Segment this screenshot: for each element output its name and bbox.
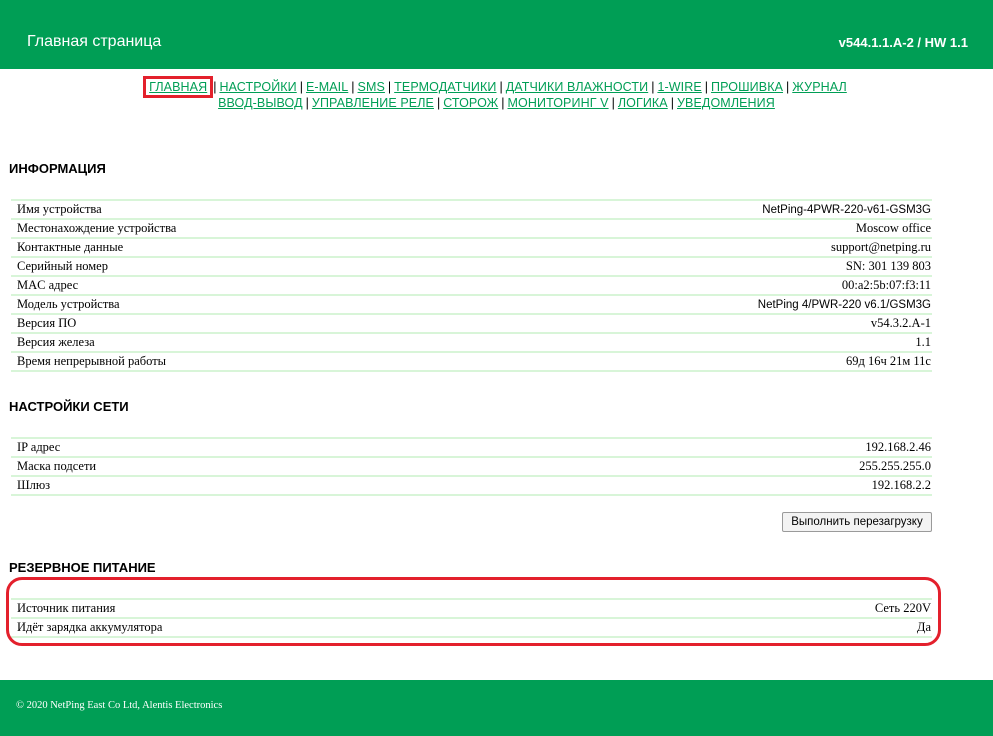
network-value: 192.168.2.2 xyxy=(507,476,932,496)
network-value: 255.255.255.0 xyxy=(507,457,932,477)
info-label: Время непрерывной работы xyxy=(11,352,460,372)
info-label: Модель устройства xyxy=(11,295,460,315)
table-row: Время непрерывной работы 69д 16ч 21м 11с xyxy=(11,352,932,372)
main-navigation: ГЛАВНАЯ | НАСТРОЙКИ | E-MAIL | SMS | ТЕРМОДАТЧИК… xyxy=(0,76,993,111)
backup-power-value: Сеть 220V xyxy=(679,598,932,619)
table-row: Маска подсети 255.255.255.0 xyxy=(11,457,932,477)
nav-separator: | xyxy=(651,80,655,94)
info-label: Серийный номер xyxy=(11,257,460,277)
table-row: Серийный номер SN: 301 139 803 xyxy=(11,257,932,277)
header-bar: Главная страница v544.1.1.A-2 / HW 1.1 xyxy=(0,0,993,69)
info-value: 69д 16ч 21м 11с xyxy=(459,352,932,372)
nav-link-io[interactable]: ВВОД-ВЫВОД xyxy=(218,96,303,110)
backup-power-label: Источник питания xyxy=(11,598,680,619)
nav-link-1wire[interactable]: 1-WIRE xyxy=(657,80,701,94)
info-value: v54.3.2.A-1 xyxy=(459,314,932,334)
table-row: Идёт зарядка аккумулятора Да xyxy=(11,618,932,638)
nav-separator: | xyxy=(436,96,441,110)
info-label: Версия железа xyxy=(11,333,460,353)
nav-link-notifications[interactable]: УВЕДОМЛЕНИЯ xyxy=(677,96,775,110)
nav-separator: | xyxy=(213,80,217,94)
nav-link-email[interactable]: E-MAIL xyxy=(306,80,348,94)
table-row: Контактные данные support@netping.ru xyxy=(11,238,932,258)
nav-link-voltage-monitoring[interactable]: МОНИТОРИНГ V xyxy=(508,96,609,110)
nav-link-main[interactable]: ГЛАВНАЯ xyxy=(143,76,214,98)
page-title: Главная страница xyxy=(27,33,162,50)
footer-bar: © 2020 NetPing East Co Ltd, Alentis Elec… xyxy=(0,680,993,736)
info-value: 00:a2:5b:07:f3:11 xyxy=(459,276,932,296)
nav-separator: | xyxy=(351,80,355,94)
nav-link-firmware[interactable]: ПРОШИВКА xyxy=(711,80,783,94)
nav-separator: | xyxy=(499,80,503,94)
nav-link-thermo-sensors[interactable]: ТЕРМОДАТЧИКИ xyxy=(394,80,496,94)
firmware-version: v544.1.1.A-2 / HW 1.1 xyxy=(838,35,968,50)
backup-power-table: Источник питания Сеть 220V Идёт зарядка а… xyxy=(11,598,932,638)
info-section-title: ИНФОРМАЦИЯ xyxy=(9,161,106,176)
nav-link-settings[interactable]: НАСТРОЙКИ xyxy=(219,80,296,94)
table-row: Местонахождение устройства Moscow office xyxy=(11,219,932,239)
nav-link-watchdog[interactable]: СТОРОЖ xyxy=(443,96,498,110)
nav-link-logic[interactable]: ЛОГИКА xyxy=(618,96,668,110)
reboot-button[interactable]: Выполнить перезагрузку xyxy=(782,512,932,532)
table-row: Версия ПО v54.3.2.A-1 xyxy=(11,314,932,334)
table-row: Шлюз 192.168.2.2 xyxy=(11,476,932,496)
nav-separator: | xyxy=(305,96,309,110)
info-label: Имя устройства xyxy=(11,199,460,220)
nav-separator: | xyxy=(299,80,303,94)
nav-separator: | xyxy=(670,96,674,110)
info-label: MAC адрес xyxy=(11,276,460,296)
nav-link-relay-control[interactable]: УПРАВЛЕНИЕ РЕЛЕ xyxy=(312,96,434,110)
nav-row-2: ВВОД-ВЫВОД | УПРАВЛЕНИЕ РЕЛЕ | СТОРОЖ | МОНИТО… xyxy=(0,95,993,111)
info-value: SN: 301 139 803 xyxy=(459,257,932,277)
network-table: IP адрес 192.168.2.46 Маска подсети 255.25… xyxy=(11,437,932,496)
info-value: NetPing 4/PWR-220 v6.1/GSM3G xyxy=(459,295,932,315)
nav-row-1: ГЛАВНАЯ | НАСТРОЙКИ | E-MAIL | SMS | ТЕРМОДАТЧИК… xyxy=(0,76,993,98)
network-label: Шлюз xyxy=(11,476,508,496)
table-row: Версия железа 1.1 xyxy=(11,333,932,353)
info-table: Имя устройства NetPing-4PWR-220-v61-GSM3G… xyxy=(11,199,932,372)
table-row: Источник питания Сеть 220V xyxy=(11,598,932,619)
table-row: IP адрес 192.168.2.46 xyxy=(11,437,932,458)
table-row: Модель устройства NetPing 4/PWR-220 v6.1/… xyxy=(11,295,932,315)
network-label: Маска подсети xyxy=(11,457,508,477)
nav-separator: | xyxy=(387,80,392,94)
footer-copyright: © 2020 NetPing East Co Ltd, Alentis Elec… xyxy=(16,700,223,711)
info-label: Контактные данные xyxy=(11,238,460,258)
info-value: NetPing-4PWR-220-v61-GSM3G xyxy=(459,199,932,220)
backup-power-value: Да xyxy=(679,618,932,638)
nav-link-log[interactable]: ЖУРНАЛ xyxy=(792,80,847,94)
info-value: support@netping.ru xyxy=(459,238,932,258)
network-section-title: НАСТРОЙКИ СЕТИ xyxy=(9,399,129,414)
info-value: Moscow office xyxy=(459,219,932,239)
nav-separator: | xyxy=(704,80,709,94)
info-value: 1.1 xyxy=(459,333,932,353)
nav-separator: | xyxy=(786,80,790,94)
network-value: 192.168.2.46 xyxy=(507,437,932,458)
nav-separator: | xyxy=(611,96,615,110)
backup-power-label: Идёт зарядка аккумулятора xyxy=(11,618,680,638)
backup-power-section-title: РЕЗЕРВНОЕ ПИТАНИЕ xyxy=(9,560,156,575)
nav-separator: | xyxy=(501,96,505,110)
nav-link-humidity-sensors[interactable]: ДАТЧИКИ ВЛАЖНОСТИ xyxy=(506,80,648,94)
network-label: IP адрес xyxy=(11,437,508,458)
info-label: Версия ПО xyxy=(11,314,460,334)
nav-link-sms[interactable]: SMS xyxy=(358,80,385,94)
table-row: Имя устройства NetPing-4PWR-220-v61-GSM3G xyxy=(11,199,932,220)
table-row: MAC адрес 00:a2:5b:07:f3:11 xyxy=(11,276,932,296)
info-label: Местонахождение устройства xyxy=(11,219,460,239)
